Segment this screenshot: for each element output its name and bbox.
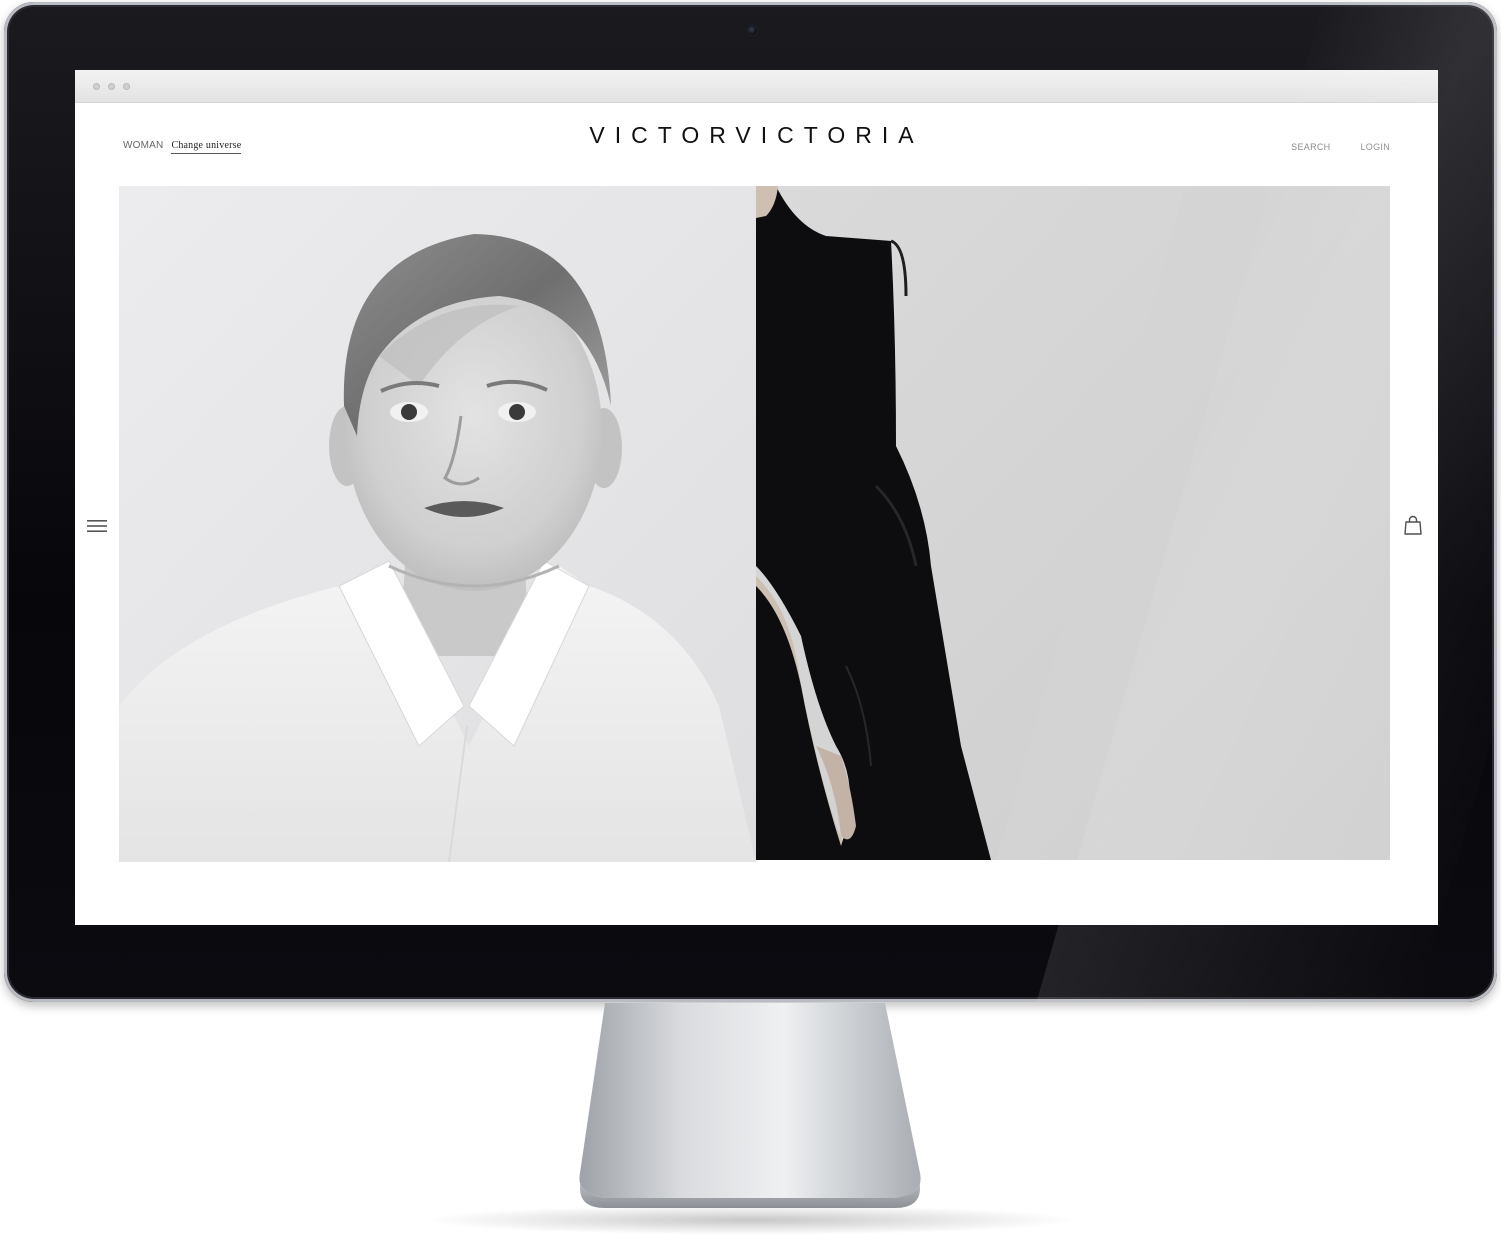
hero-image-garment[interactable] — [756, 186, 1390, 860]
monitor-stand — [579, 1003, 921, 1208]
top-nav: SEARCH LOGIN — [1291, 142, 1390, 152]
hero-image-portrait[interactable] — [119, 186, 756, 862]
search-link[interactable]: SEARCH — [1291, 142, 1330, 152]
garment-photo — [756, 186, 1390, 860]
login-link[interactable]: LOGIN — [1360, 142, 1390, 152]
shopping-bag-icon[interactable] — [1404, 515, 1422, 535]
window-minimize-dot[interactable] — [108, 83, 115, 90]
site-logo[interactable]: VICTORVICTORIA — [75, 122, 1438, 149]
stand-shadow — [420, 1205, 1080, 1235]
portrait-photo — [119, 186, 756, 862]
monitor-bezel: WOMAN Change universe VICTORVICTORIA SEA… — [4, 2, 1497, 1002]
browser-window: WOMAN Change universe VICTORVICTORIA SEA… — [75, 70, 1438, 925]
browser-toolbar — [75, 70, 1438, 103]
webcam — [748, 26, 757, 35]
window-close-dot[interactable] — [93, 83, 100, 90]
hamburger-menu-icon[interactable] — [87, 518, 107, 534]
window-zoom-dot[interactable] — [123, 83, 130, 90]
